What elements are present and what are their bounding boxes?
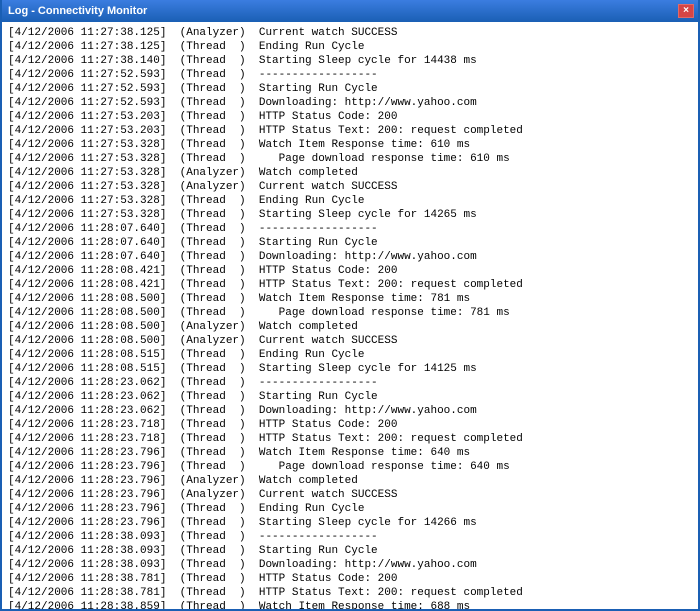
window-title: Log - Connectivity Monitor — [6, 5, 678, 17]
log-line: [4/12/2006 11:27:52.593] (Thread ) Start… — [8, 82, 692, 96]
log-line: [4/12/2006 11:28:38.859] (Thread ) Watch… — [8, 600, 692, 609]
log-line: [4/12/2006 11:28:07.640] (Thread ) Start… — [8, 236, 692, 250]
log-line: [4/12/2006 11:27:53.328] (Thread ) Start… — [8, 208, 692, 222]
log-line: [4/12/2006 11:28:23.718] (Thread ) HTTP … — [8, 418, 692, 432]
log-line: [4/12/2006 11:28:23.062] (Thread ) -----… — [8, 376, 692, 390]
log-line: [4/12/2006 11:27:53.328] (Thread ) Endin… — [8, 194, 692, 208]
log-line: [4/12/2006 11:27:38.125] (Analyzer) Curr… — [8, 26, 692, 40]
log-line: [4/12/2006 11:28:07.640] (Thread ) -----… — [8, 222, 692, 236]
log-line: [4/12/2006 11:28:23.796] (Thread ) Start… — [8, 516, 692, 530]
log-line: [4/12/2006 11:28:38.781] (Thread ) HTTP … — [8, 572, 692, 586]
log-line: [4/12/2006 11:27:52.593] (Thread ) -----… — [8, 68, 692, 82]
log-line: [4/12/2006 11:28:08.500] (Analyzer) Watc… — [8, 320, 692, 334]
log-line: [4/12/2006 11:28:23.796] (Analyzer) Watc… — [8, 474, 692, 488]
log-line: [4/12/2006 11:28:23.062] (Thread ) Downl… — [8, 404, 692, 418]
log-line: [4/12/2006 11:28:23.796] (Analyzer) Curr… — [8, 488, 692, 502]
log-line: [4/12/2006 11:28:23.796] (Thread ) Endin… — [8, 502, 692, 516]
log-line: [4/12/2006 11:27:53.328] (Thread ) Page … — [8, 152, 692, 166]
log-line: [4/12/2006 11:27:53.203] (Thread ) HTTP … — [8, 124, 692, 138]
log-line: [4/12/2006 11:28:08.421] (Thread ) HTTP … — [8, 278, 692, 292]
log-line: [4/12/2006 11:27:53.328] (Analyzer) Curr… — [8, 180, 692, 194]
log-line: [4/12/2006 11:28:08.515] (Thread ) Endin… — [8, 348, 692, 362]
log-line: [4/12/2006 11:28:08.500] (Thread ) Page … — [8, 306, 692, 320]
log-line: [4/12/2006 11:28:23.718] (Thread ) HTTP … — [8, 432, 692, 446]
log-line: [4/12/2006 11:28:08.421] (Thread ) HTTP … — [8, 264, 692, 278]
log-line: [4/12/2006 11:27:52.593] (Thread ) Downl… — [8, 96, 692, 110]
log-line: [4/12/2006 11:28:38.093] (Thread ) Start… — [8, 544, 692, 558]
log-window: Log - Connectivity Monitor × [4/12/2006 … — [0, 0, 700, 611]
log-line: [4/12/2006 11:28:23.796] (Thread ) Page … — [8, 460, 692, 474]
log-line: [4/12/2006 11:28:38.093] (Thread ) -----… — [8, 530, 692, 544]
log-line: [4/12/2006 11:28:08.500] (Analyzer) Curr… — [8, 334, 692, 348]
log-line: [4/12/2006 11:27:53.203] (Thread ) HTTP … — [8, 110, 692, 124]
close-button[interactable]: × — [678, 4, 694, 18]
log-text-area[interactable]: [4/12/2006 11:27:38.125] (Analyzer) Curr… — [2, 22, 698, 609]
log-line: [4/12/2006 11:27:53.328] (Analyzer) Watc… — [8, 166, 692, 180]
log-line: [4/12/2006 11:28:23.796] (Thread ) Watch… — [8, 446, 692, 460]
log-line: [4/12/2006 11:28:38.093] (Thread ) Downl… — [8, 558, 692, 572]
titlebar[interactable]: Log - Connectivity Monitor × — [2, 0, 698, 22]
log-line: [4/12/2006 11:28:38.781] (Thread ) HTTP … — [8, 586, 692, 600]
log-line: [4/12/2006 11:28:08.515] (Thread ) Start… — [8, 362, 692, 376]
log-line: [4/12/2006 11:27:38.125] (Thread ) Endin… — [8, 40, 692, 54]
log-line: [4/12/2006 11:27:53.328] (Thread ) Watch… — [8, 138, 692, 152]
log-line: [4/12/2006 11:28:23.062] (Thread ) Start… — [8, 390, 692, 404]
log-line: [4/12/2006 11:27:38.140] (Thread ) Start… — [8, 54, 692, 68]
log-line: [4/12/2006 11:28:08.500] (Thread ) Watch… — [8, 292, 692, 306]
log-line: [4/12/2006 11:28:07.640] (Thread ) Downl… — [8, 250, 692, 264]
